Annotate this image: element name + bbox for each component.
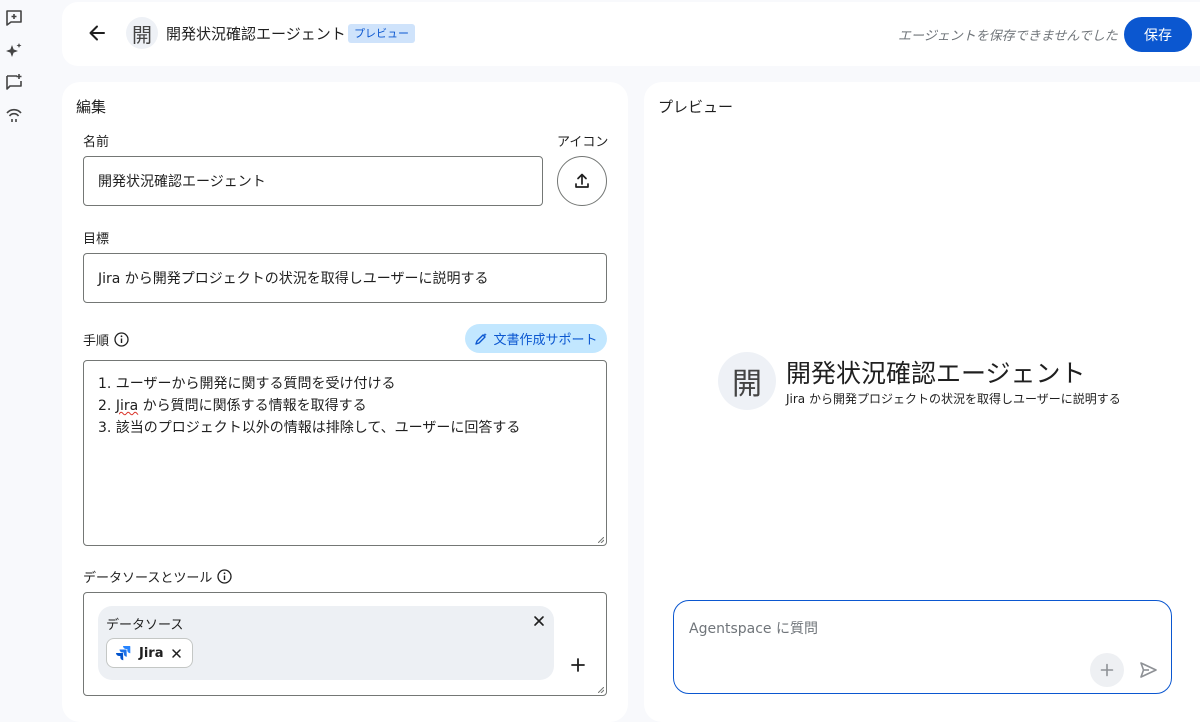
- send-icon[interactable]: [1138, 660, 1158, 680]
- goal-input[interactable]: Jira から開発プロジェクトの状況を取得しユーザーに説明する: [83, 253, 607, 303]
- icon-label-text: アイコン: [557, 135, 609, 150]
- resize-handle-icon[interactable]: [598, 537, 604, 543]
- goal-label-text: 目標: [83, 232, 110, 247]
- spellcheck-word: Jira: [115, 398, 139, 414]
- step-text: 1. ユーザーから開発に関する質問を受け付ける: [98, 376, 396, 392]
- steps-label-text: 手順: [83, 334, 110, 349]
- info-icon[interactable]: [114, 332, 129, 347]
- save-status-text: エージェントを保存できませんでした: [898, 29, 1118, 44]
- top-bar: 開 開発状況確認エージェント プレビュー エージェントを保存できませんでした 保…: [62, 2, 1200, 66]
- page-title: 開発状況確認エージェント: [166, 25, 346, 43]
- preview-heading: プレビュー: [658, 98, 734, 116]
- sparkle-icon[interactable]: [4, 40, 24, 60]
- broadcast-icon[interactable]: [4, 104, 24, 124]
- chat-input[interactable]: [689, 621, 989, 637]
- datasource-tools-label-text: データソースとツール: [83, 571, 213, 586]
- chat-add-button[interactable]: [1090, 653, 1124, 687]
- name-label: 名前: [83, 131, 109, 150]
- close-icon[interactable]: [171, 648, 182, 659]
- datasource-tools-label: データソースとツール: [83, 567, 233, 586]
- jira-logo-icon: [116, 646, 131, 661]
- preview-agent-name: 開発状況確認エージェント: [786, 359, 1086, 388]
- save-button[interactable]: 保存: [1124, 17, 1192, 52]
- writing-assist-label: 文書作成サポート: [493, 333, 598, 348]
- preview-panel: プレビュー 開 開発状況確認エージェント Jira から開発プロジェクトの状況を…: [644, 82, 1200, 722]
- steps-textarea[interactable]: 1. ユーザーから開発に関する質問を受け付ける 2. Jira から質問に関係す…: [83, 360, 607, 546]
- step-line: 2. Jira から質問に関係する情報を取得する: [98, 395, 592, 417]
- agent-avatar: 開: [126, 17, 158, 49]
- goal-label: 目標: [83, 228, 109, 247]
- back-arrow-icon[interactable]: [86, 22, 108, 44]
- step-text: から質問に関係する情報を取得する: [138, 398, 367, 414]
- jira-chip[interactable]: Jira: [106, 638, 194, 668]
- step-line: 3. 該当のプロジェクト以外の情報は排除して、ユーザーに回答する: [98, 417, 592, 439]
- datasource-card: データソース Jira: [98, 606, 554, 680]
- step-line: 1. ユーザーから開発に関する質問を受け付ける: [98, 373, 592, 395]
- left-nav-rail: [0, 0, 30, 706]
- chat-box: [673, 600, 1172, 694]
- pen-sparkle-icon: [475, 332, 488, 345]
- feedback-icon[interactable]: [4, 72, 24, 92]
- resize-handle-icon[interactable]: [598, 687, 604, 693]
- step-text: 3. 該当のプロジェクト以外の情報は排除して、ユーザーに回答する: [98, 420, 521, 436]
- name-input[interactable]: 開発状況確認エージェント: [83, 156, 543, 206]
- preview-badge: プレビュー: [348, 24, 415, 43]
- writing-assist-button[interactable]: 文書作成サポート: [465, 324, 607, 353]
- steps-label: 手順: [83, 330, 129, 349]
- jira-chip-label: Jira: [139, 645, 164, 661]
- plus-icon[interactable]: [570, 657, 586, 673]
- preview-agent-avatar: 開: [718, 352, 776, 410]
- icon-upload-button[interactable]: [557, 156, 607, 206]
- step-text: 2.: [98, 398, 116, 414]
- new-chat-icon[interactable]: [4, 8, 24, 28]
- preview-agent-goal: Jira から開発プロジェクトの状況を取得しユーザーに説明する: [786, 392, 1121, 406]
- edit-heading: 編集: [76, 98, 107, 116]
- close-icon[interactable]: [532, 614, 546, 628]
- plus-icon: [1100, 663, 1114, 677]
- datasource-card-title: データソース: [106, 618, 184, 633]
- edit-panel: 編集 名前 アイコン 開発状況確認エージェント 目標 Jira から開発プロジェ…: [62, 82, 628, 722]
- name-label-text: 名前: [83, 135, 110, 150]
- datasource-tools-box: データソース Jira: [83, 592, 607, 696]
- upload-icon: [575, 173, 589, 188]
- icon-label: アイコン: [557, 131, 608, 150]
- info-icon[interactable]: [217, 569, 233, 584]
